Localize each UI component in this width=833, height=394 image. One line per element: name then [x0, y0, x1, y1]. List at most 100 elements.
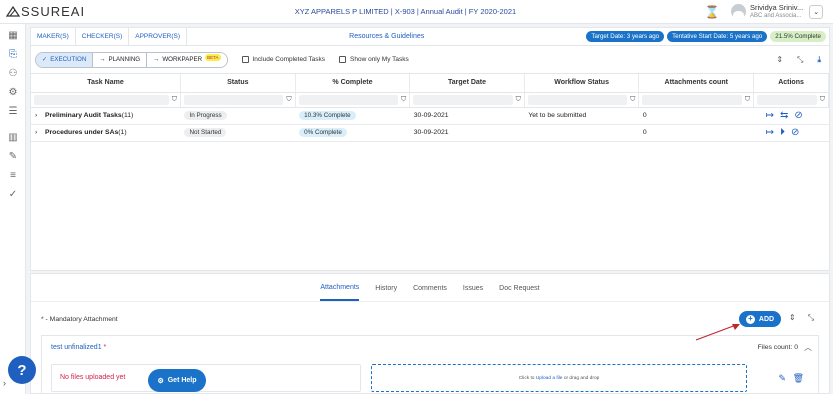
- required-marker: *: [103, 344, 107, 351]
- hourglass-icon[interactable]: ⌛: [701, 5, 723, 19]
- workflow-filter-input[interactable]: [527, 94, 628, 105]
- checklist-icon[interactable]: ≡: [0, 166, 26, 185]
- status-badge: Not Started: [184, 128, 227, 137]
- phase-workpaper-label: WORKPAPER: [162, 56, 203, 63]
- include-completed-toggle[interactable]: Include Completed Tasks: [241, 56, 326, 63]
- table-row[interactable]: › Preliminary Audit Tasks(11) In Progress…: [31, 107, 829, 125]
- delete-icon[interactable]: 🗑: [793, 373, 804, 384]
- add-attachment-button[interactable]: + ADD: [739, 311, 781, 327]
- users-icon[interactable]: ⚇: [0, 64, 26, 83]
- upload-link[interactable]: Upload a file: [536, 376, 563, 381]
- status-badge: In Progress: [184, 111, 227, 120]
- task-name[interactable]: Preliminary Audit Tasks: [45, 112, 122, 119]
- workflow-status: [524, 124, 639, 142]
- chevron-right-icon[interactable]: ›: [35, 129, 45, 136]
- target-date-filter-input[interactable]: [413, 94, 513, 105]
- tab-issues[interactable]: Issues: [463, 285, 483, 292]
- only-my-tasks-toggle[interactable]: Show only My Tasks: [339, 56, 409, 63]
- building-icon[interactable]: ▥: [0, 128, 26, 147]
- phase-execution[interactable]: ✓ EXECUTION: [36, 52, 93, 67]
- open-task-icon[interactable]: ↦: [766, 127, 774, 138]
- logo-text: SSUREAI: [21, 4, 86, 19]
- col-complete[interactable]: % Complete: [295, 74, 411, 93]
- col-task-name[interactable]: Task Name: [31, 74, 181, 93]
- chevron-right-icon[interactable]: ›: [3, 378, 6, 388]
- chevron-right-icon[interactable]: ›: [35, 112, 45, 119]
- collapse-icon[interactable]: ⤡: [808, 313, 814, 323]
- complete-filter-input[interactable]: [298, 94, 399, 105]
- filter-icon[interactable]: ⛉: [516, 96, 521, 104]
- phase-switch: ✓ EXECUTION → PLANNING → WORKPAPER BETA: [35, 51, 228, 68]
- expand-collapse-icon[interactable]: ⇕: [789, 313, 796, 323]
- actions-filter-input[interactable]: [757, 94, 817, 105]
- col-target-date[interactable]: Target Date: [409, 74, 525, 93]
- col-workflow-status[interactable]: Workflow Status: [524, 74, 640, 93]
- submit-check-icon[interactable]: ⊘: [791, 127, 799, 138]
- chevron-down-icon[interactable]: ⌄: [809, 4, 824, 19]
- start-date-badge: Tentative Start Date: 5 years ago: [667, 31, 768, 42]
- help-question-button[interactable]: ?: [8, 356, 36, 384]
- list-icon[interactable]: ☰: [0, 102, 26, 121]
- app-logo[interactable]: SSUREAI: [0, 4, 110, 19]
- dashboard-icon[interactable]: ▦: [0, 26, 26, 45]
- table-header: Task Name Status % Complete Target Date …: [31, 74, 829, 93]
- plus-icon: +: [745, 314, 755, 324]
- col-attachments-count[interactable]: Attachments count: [638, 74, 755, 93]
- chevron-up-icon[interactable]: ︿: [804, 342, 812, 353]
- filter-icon[interactable]: ⛉: [630, 96, 635, 104]
- tab-comments[interactable]: Comments: [413, 285, 447, 292]
- filter-bar: ✓ EXECUTION → PLANNING → WORKPAPER BETA Incl…: [31, 46, 829, 74]
- task-name[interactable]: Procedures under SAs: [45, 129, 118, 136]
- play-icon[interactable]: ⏵: [780, 127, 785, 138]
- target-date: 30-09-2021: [409, 124, 525, 142]
- task-count: (1): [118, 129, 127, 136]
- user-menu[interactable]: Srividya Sriniv... ABC and Associa... ⌄: [723, 2, 833, 20]
- checkbox[interactable]: [339, 56, 347, 63]
- filter-icon[interactable]: ⛉: [820, 96, 825, 104]
- col-actions: Actions: [753, 74, 829, 93]
- settings-icon[interactable]: ⚙: [0, 83, 26, 102]
- arrow-right-icon: →: [99, 56, 106, 63]
- expand-collapse-icon[interactable]: ⇕: [776, 55, 783, 65]
- filter-icon[interactable]: ⛉: [286, 96, 291, 104]
- download-icon[interactable]: ⤓: [817, 55, 821, 65]
- tab-makers[interactable]: MAKER(S): [31, 27, 76, 46]
- logo-triangle-icon: [6, 6, 20, 17]
- tab-checkers[interactable]: CHECKER(S): [76, 27, 130, 46]
- phase-workpaper[interactable]: → WORKPAPER BETA: [146, 52, 227, 67]
- upload-dropzone[interactable]: Click to Upload a file or drag and drop: [371, 364, 747, 392]
- tab-attachments[interactable]: Attachments: [320, 284, 360, 301]
- tab-doc-request[interactable]: Doc Request: [499, 285, 539, 292]
- collapse-icon[interactable]: ⤡: [797, 55, 803, 65]
- include-completed-label: Include Completed Tasks: [252, 56, 326, 63]
- get-help-button[interactable]: ⚙ Get Help: [148, 369, 206, 392]
- attachments-count: 0: [638, 124, 754, 142]
- task-name-filter-input[interactable]: [34, 94, 169, 105]
- engagement-title: XYZ APPARELS P LIMITED | X-903 | Annual …: [294, 7, 517, 16]
- table-row[interactable]: › Procedures under SAs(1) Not Started 0% …: [31, 124, 829, 142]
- phase-planning[interactable]: → PLANNING: [92, 52, 147, 67]
- checkbox[interactable]: [241, 56, 249, 63]
- top-bar: SSUREAI XYZ APPARELS P LIMITED | X-903 |…: [0, 0, 833, 24]
- attachments-filter-input[interactable]: [642, 94, 742, 105]
- avatar: [731, 4, 746, 19]
- col-status[interactable]: Status: [180, 74, 296, 93]
- reassign-icon[interactable]: ⇆: [780, 110, 788, 121]
- document-search-icon[interactable]: ⎘: [0, 45, 26, 64]
- open-task-icon[interactable]: ↦: [766, 110, 774, 121]
- submit-check-icon[interactable]: ⊘: [794, 110, 802, 121]
- user-name: Srividya Sriniv...: [750, 2, 804, 12]
- annotation-arrow-icon: [695, 324, 740, 341]
- check-circle-icon[interactable]: ✓: [0, 185, 26, 204]
- resources-link[interactable]: Resources & Guidelines: [187, 33, 586, 40]
- tab-history[interactable]: History: [375, 285, 397, 292]
- tab-approvers[interactable]: APPROVER(S): [129, 27, 188, 46]
- edit-icon[interactable]: ✎: [778, 373, 786, 384]
- filter-icon[interactable]: ⛉: [401, 96, 406, 104]
- completion-badge: 21.5% Complete: [770, 31, 826, 42]
- filter-icon[interactable]: ⛉: [745, 96, 750, 104]
- status-filter-input[interactable]: [183, 94, 284, 105]
- pencil-ruler-icon[interactable]: ✎: [0, 147, 26, 166]
- filter-row: ⛉ ⛉ ⛉ ⛉ ⛉ ⛉ ⛉: [31, 92, 829, 108]
- filter-icon[interactable]: ⛉: [172, 96, 177, 104]
